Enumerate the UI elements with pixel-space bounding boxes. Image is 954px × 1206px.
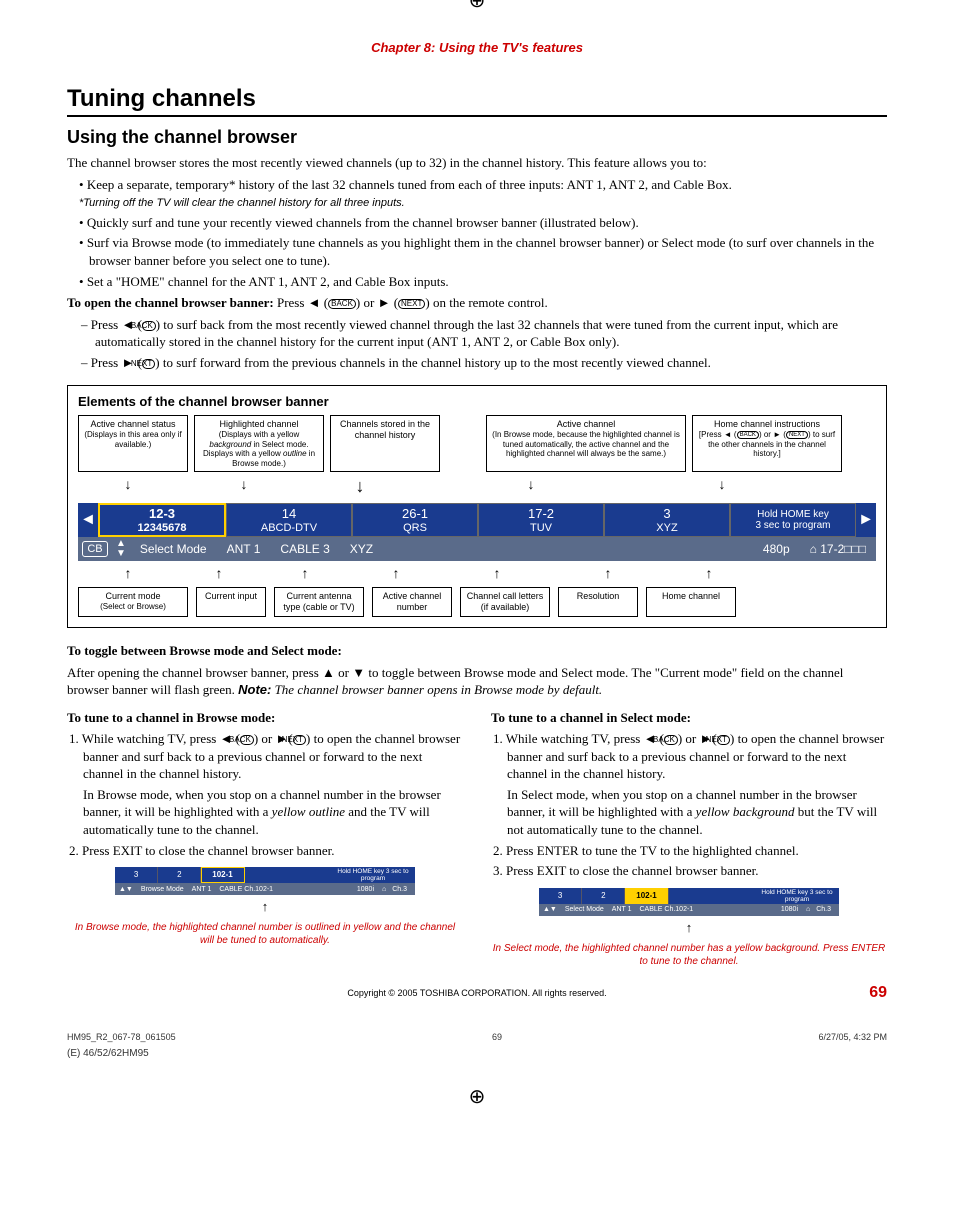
page-title-h1: Tuning channels — [67, 85, 887, 117]
arrow-row-bottom: ↑↑↑ ↑↑↑↑ — [78, 565, 876, 581]
banner-cell-5[interactable]: 3XYZ — [604, 503, 730, 537]
next-button-icon: NEXT — [398, 299, 425, 309]
browse-step-2: 2. Press EXIT to close the channel brows… — [83, 842, 463, 860]
select-heading: To tune to a channel in Select mode: — [491, 709, 887, 727]
callout-active-status: Active channel status(Displays in this a… — [78, 415, 188, 472]
browse-heading: To tune to a channel in Browse mode: — [67, 709, 463, 727]
callout-home-channel: Home channel — [646, 587, 736, 617]
callout-resolution: Resolution — [558, 587, 638, 617]
footer: HM95_R2_067-78_061505 69 6/27/05, 4:32 P… — [67, 1032, 887, 1042]
chapter-header: Chapter 8: Using the TV's features — [67, 40, 887, 55]
banner-cell-4[interactable]: 17-2TUV — [478, 503, 604, 537]
cb-icon: CB — [82, 541, 108, 557]
dash-list: Press ◄ (BACK) to surf back from the mos… — [67, 316, 887, 372]
callout-highlighted: Highlighted channel(Displays with a yell… — [194, 415, 324, 472]
mini-banner-select: 3 2 102-1 Hold HOME key 3 sec to program… — [539, 888, 839, 916]
dash-1: Press ◄ (BACK) to surf back from the mos… — [95, 316, 887, 351]
footer-mid: 69 — [492, 1032, 502, 1042]
select-step-1: 1. While watching TV, press ◄ (BACK) or … — [507, 730, 887, 783]
reg-mark-top: ⊕ — [469, 0, 486, 13]
dash-2: Press ► (NEXT) to surf forward from the … — [95, 354, 887, 372]
browse-caption: In Browse mode, the highlighted channel … — [67, 921, 463, 947]
banner-status-bar: CB ▲▼ Select Mode ANT 1 CABLE 3 XYZ 480p… — [78, 537, 876, 561]
callout-active-num: Active channel number — [372, 587, 452, 617]
status-call: XYZ — [340, 542, 753, 556]
callout-stored: Channels stored in the channel history — [330, 415, 440, 472]
bullet-2: Quickly surf and tune your recently view… — [79, 214, 887, 232]
arrow-row-top: ↓↓↓ ↓↓ — [78, 476, 876, 497]
bottom-callout-row: Current mode(Select or Browse) Current i… — [78, 587, 876, 617]
col-browse: To tune to a channel in Browse mode: 1. … — [67, 705, 463, 972]
banner-cell-1[interactable]: 12-312345678 — [98, 503, 226, 537]
two-column-section: To tune to a channel in Browse mode: 1. … — [67, 705, 887, 972]
browse-note: In Browse mode, when you stop on a chann… — [83, 786, 463, 839]
status-home: ⌂ 17-2□□□ — [800, 542, 876, 556]
diagram-title: Elements of the channel browser banner — [78, 394, 876, 409]
status-antenna: CABLE 3 — [270, 542, 339, 556]
page-title-h2: Using the channel browser — [67, 127, 887, 148]
banner-left-arrow[interactable]: ◄ — [78, 503, 98, 537]
toggle-text: After opening the channel browser banner… — [67, 664, 887, 699]
col-select: To tune to a channel in Select mode: 1. … — [491, 705, 887, 972]
updown-icon[interactable]: ▲▼ — [112, 539, 130, 559]
callout-current-mode: Current mode(Select or Browse) — [78, 587, 188, 617]
open-banner-line: To open the channel browser banner: Pres… — [67, 294, 887, 312]
select-step-2: 2. Press ENTER to tune the TV to the hig… — [507, 842, 887, 860]
channel-browser-banner: ◄ 12-312345678 14ABCD-DTV 26-1QRS 17-2TU… — [78, 503, 876, 561]
bullet-1: Keep a separate, temporary* history of t… — [79, 176, 887, 194]
footer-left: HM95_R2_067-78_061505 — [67, 1032, 176, 1042]
select-caption: In Select mode, the highlighted channel … — [491, 942, 887, 968]
banner-home-cell: Hold HOME key3 sec to program — [730, 503, 856, 537]
select-note: In Select mode, when you stop on a chann… — [507, 786, 887, 839]
model-code: (E) 46/52/62HM95 — [67, 1048, 887, 1059]
diagram-box: Elements of the channel browser banner A… — [67, 385, 887, 628]
reg-mark-bottom: ⊕ — [469, 1084, 486, 1109]
toggle-heading: To toggle between Browse mode and Select… — [67, 642, 887, 660]
status-resolution: 480p — [753, 542, 800, 556]
status-mode: Select Mode — [130, 542, 217, 556]
callout-current-input: Current input — [196, 587, 266, 617]
banner-cell-3[interactable]: 26-1QRS — [352, 503, 478, 537]
callout-active-channel: Active channel(In Browse mode, because t… — [486, 415, 686, 472]
intro-text: The channel browser stores the most rece… — [67, 154, 887, 172]
mini-banner-browse: 3 2 102-1 Hold HOME key 3 sec to program… — [115, 867, 415, 895]
callout-home-instr: Home channel instructions[Press ◄ (BACK)… — [692, 415, 842, 472]
top-callout-row: Active channel status(Displays in this a… — [78, 415, 876, 472]
browse-step-1: 1. While watching TV, press ◄ (BACK) or … — [83, 730, 463, 783]
callout-call-letters: Channel call letters (if available) — [460, 587, 550, 617]
banner-right-arrow[interactable]: ► — [856, 503, 876, 537]
callout-antenna-type: Current antenna type (cable or TV) — [274, 587, 364, 617]
banner-cell-2[interactable]: 14ABCD-DTV — [226, 503, 352, 537]
bullet-3: Surf via Browse mode (to immediately tun… — [79, 234, 887, 269]
bullet-4: Set a "HOME" channel for the ANT 1, ANT … — [79, 273, 887, 291]
footnote: *Turning off the TV will clear the chann… — [79, 196, 887, 211]
status-input: ANT 1 — [217, 542, 271, 556]
intro-list: Keep a separate, temporary* history of t… — [67, 176, 887, 291]
footer-right: 6/27/05, 4:32 PM — [818, 1032, 887, 1042]
back-button-icon: BACK — [328, 299, 356, 309]
select-step-3: 3. Press EXIT to close the channel brows… — [507, 862, 887, 880]
